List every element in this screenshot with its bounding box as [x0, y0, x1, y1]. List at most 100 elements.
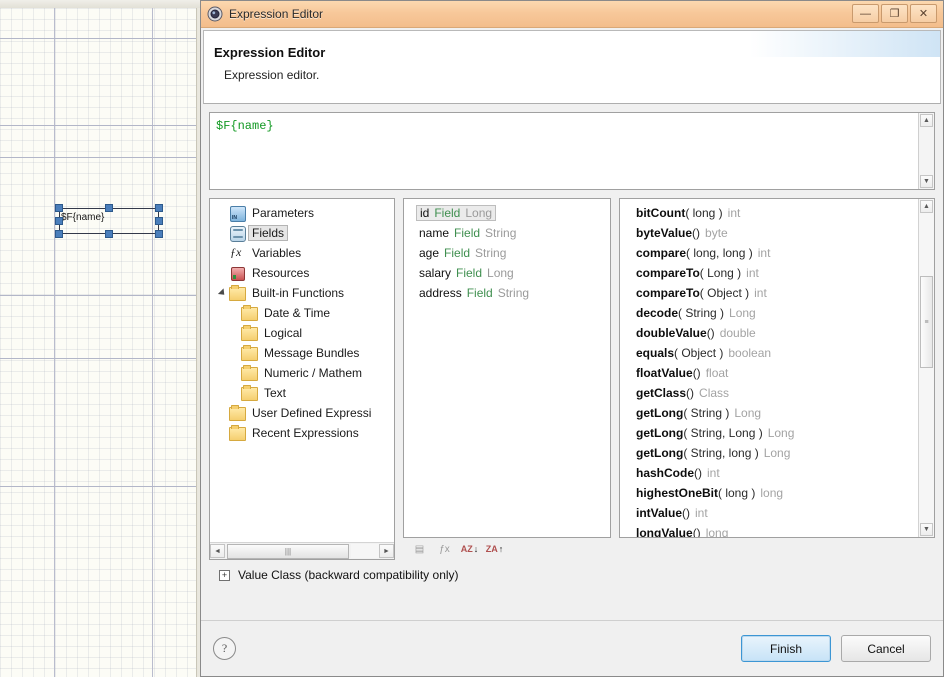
tree-item-resources[interactable]: Resources — [210, 263, 394, 283]
tree-item-text[interactable]: Text — [210, 383, 394, 403]
folder-icon — [228, 405, 246, 421]
method-row[interactable]: compareTo( Object ) int — [620, 283, 918, 303]
scroll-up-icon[interactable]: ▲ — [920, 114, 933, 127]
resize-handle-s[interactable] — [105, 230, 113, 238]
value-class-section[interactable]: + Value Class (backward compatibility on… — [209, 560, 935, 590]
method-row[interactable]: intValue() int — [620, 503, 918, 523]
tree-item-logical[interactable]: Logical — [210, 323, 394, 343]
resize-handle-e[interactable] — [155, 217, 163, 225]
method-name: longValue — [636, 526, 693, 537]
expression-editor-area[interactable]: $F{name} ▲ ▼ — [209, 112, 935, 190]
tree-item-recent-expressions[interactable]: Recent Expressions — [210, 423, 394, 443]
selector-panels: Parameters Fields ƒx Variables Resources Buil… — [209, 198, 935, 560]
field-row[interactable]: salary Field Long — [404, 263, 610, 283]
expression-vertical-scrollbar[interactable]: ▲ ▼ — [918, 113, 934, 189]
maximize-button[interactable]: ❐ — [881, 4, 908, 23]
scroll-down-icon[interactable]: ▼ — [920, 523, 933, 536]
scroll-thumb[interactable]: ≡ — [920, 276, 933, 368]
finish-button[interactable]: Finish — [741, 635, 831, 662]
field-row[interactable]: age Field String — [404, 243, 610, 263]
method-row[interactable]: getLong( String, long ) Long — [620, 443, 918, 463]
field-type: String — [475, 246, 507, 260]
method-name: compareTo — [636, 286, 700, 300]
tree-item-message-bundles[interactable]: Message Bundles — [210, 343, 394, 363]
method-args: ( String, long ) — [683, 446, 759, 460]
chevron-down-icon[interactable] — [216, 288, 228, 298]
dialog-footer: ? Finish Cancel — [201, 620, 943, 676]
dialog-title-bar[interactable]: Expression Editor — ❐ ✕ — [201, 1, 943, 28]
folder-icon — [240, 365, 258, 381]
field-type: String — [485, 226, 517, 240]
method-row[interactable]: getLong( String ) Long — [620, 403, 918, 423]
method-row[interactable]: byteValue() byte — [620, 223, 918, 243]
scroll-up-icon[interactable]: ▲ — [920, 200, 933, 213]
fields-panel-column: id Field Long name Field String age Field String… — [403, 198, 611, 560]
method-row[interactable]: getLong( String, Long ) Long — [620, 423, 918, 443]
resize-handle-se[interactable] — [155, 230, 163, 238]
tree-horizontal-scrollbar[interactable]: ◄ ||| ► — [210, 542, 394, 559]
method-row[interactable]: compare( long, long ) int — [620, 243, 918, 263]
tree-item-label: Date & Time — [264, 306, 331, 320]
sort-descending-icon[interactable]: ZA ↑ — [486, 542, 504, 557]
method-name: equals — [636, 346, 675, 360]
expression-input[interactable]: $F{name} — [210, 113, 918, 189]
method-name: highestOneBit — [636, 486, 719, 500]
method-return-type: Long — [729, 306, 756, 320]
method-row[interactable]: floatValue() float — [620, 363, 918, 383]
tree-item-fields[interactable]: Fields — [210, 223, 394, 243]
field-row[interactable]: address Field String — [404, 283, 610, 303]
dialog-body: $F{name} ▲ ▼ Parameters Fields ƒx Variables… — [201, 104, 943, 620]
method-args: () — [692, 526, 701, 537]
scroll-right-icon[interactable]: ► — [379, 544, 394, 558]
method-row[interactable]: hashCode() int — [620, 463, 918, 483]
tree-item-label: Numeric / Mathem — [264, 366, 363, 380]
field-row[interactable]: id Field Long — [404, 203, 610, 223]
method-row[interactable]: equals( Object ) boolean — [620, 343, 918, 363]
method-name: intValue — [636, 506, 683, 520]
resize-handle-nw[interactable] — [55, 204, 63, 212]
methods-list[interactable]: bitCount( long ) int byteValue() byte compar… — [620, 199, 918, 537]
category-tree[interactable]: Parameters Fields ƒx Variables Resources Buil… — [210, 199, 394, 542]
scroll-left-icon[interactable]: ◄ — [210, 544, 225, 558]
resize-handle-ne[interactable] — [155, 204, 163, 212]
method-args: () — [706, 326, 715, 340]
methods-vertical-scrollbar[interactable]: ▲ ≡ ▼ — [918, 199, 934, 537]
method-row[interactable]: doubleValue() double — [620, 323, 918, 343]
designer-band-separator — [0, 38, 210, 39]
close-button[interactable]: ✕ — [910, 4, 937, 23]
tree-item-label: Fields — [248, 225, 289, 241]
designer-band-separator — [0, 157, 210, 158]
method-row[interactable]: compareTo( Long ) int — [620, 263, 918, 283]
scroll-thumb[interactable]: ||| — [227, 543, 349, 559]
expand-icon[interactable]: + — [219, 569, 230, 581]
tree-item-numeric-mathem[interactable]: Numeric / Mathem — [210, 363, 394, 383]
method-args: () — [682, 506, 691, 520]
method-args: () — [692, 366, 701, 380]
tree-item-built-in-functions[interactable]: Built-in Functions — [210, 283, 394, 303]
cancel-button[interactable]: Cancel — [841, 635, 931, 662]
method-row[interactable]: longValue() long — [620, 523, 918, 537]
field-name: address — [419, 286, 462, 300]
fields-list[interactable]: id Field Long name Field String age Field String… — [404, 199, 610, 537]
resize-handle-sw[interactable] — [55, 230, 63, 238]
help-icon[interactable]: ? — [213, 637, 236, 660]
resize-handle-w[interactable] — [55, 217, 63, 225]
tree-item-parameters[interactable]: Parameters — [210, 203, 394, 223]
designer-guide-vertical — [54, 8, 55, 677]
method-row[interactable]: highestOneBit( long ) long — [620, 483, 918, 503]
scroll-track[interactable] — [351, 544, 379, 558]
tree-item-label: Message Bundles — [264, 346, 360, 360]
scroll-down-icon[interactable]: ▼ — [920, 175, 933, 188]
tree-item-date-time[interactable]: Date & Time — [210, 303, 394, 323]
method-row[interactable]: decode( String ) Long — [620, 303, 918, 323]
field-row[interactable]: name Field String — [404, 223, 610, 243]
tree-item-variables[interactable]: ƒx Variables — [210, 243, 394, 263]
method-row[interactable]: bitCount( long ) int — [620, 203, 918, 223]
sort-ascending-icon[interactable]: AZ ↓ — [461, 542, 479, 557]
selected-text-element[interactable]: $F{name} — [55, 204, 163, 238]
method-row[interactable]: getClass() Class — [620, 383, 918, 403]
method-args: () — [692, 226, 701, 240]
tree-item-user-defined-expressi[interactable]: User Defined Expressi — [210, 403, 394, 423]
resize-handle-n[interactable] — [105, 204, 113, 212]
minimize-button[interactable]: — — [852, 4, 879, 23]
